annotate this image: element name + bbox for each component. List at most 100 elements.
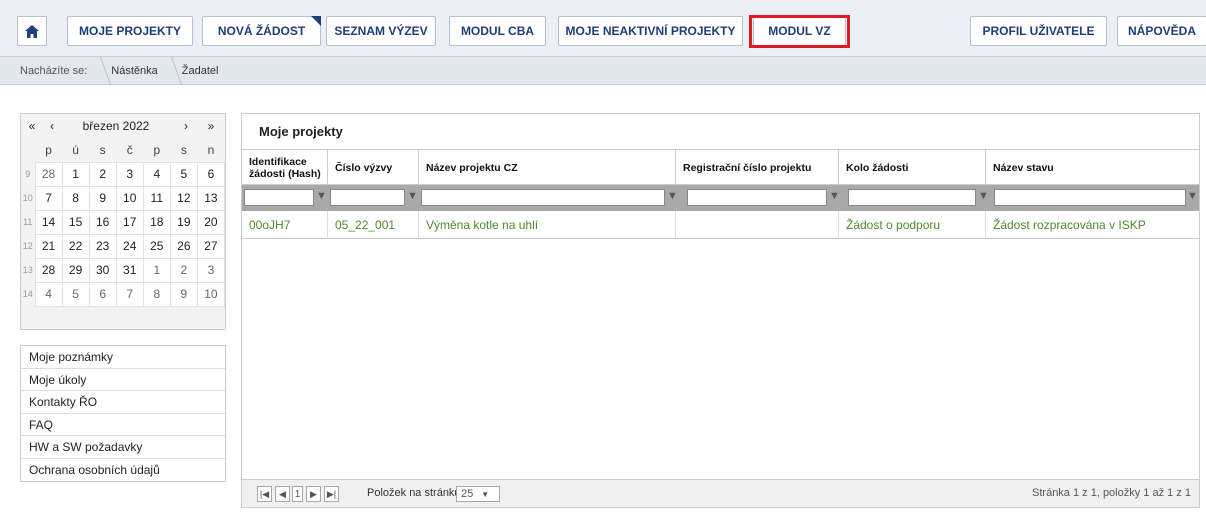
calendar-day[interactable]: 2: [169, 257, 198, 283]
calendar-day[interactable]: 15: [61, 209, 90, 235]
last-page-icon[interactable]: ▶|: [324, 486, 339, 502]
calendar-day[interactable]: 27: [196, 233, 226, 259]
first-page-icon[interactable]: |◀: [257, 486, 272, 502]
side-link-moje-poznamky[interactable]: Moje poznámky: [21, 346, 225, 369]
calendar-day[interactable]: 9: [169, 281, 198, 307]
cell-kolo-zadosti[interactable]: Žádost o podporu: [839, 211, 986, 238]
cell-nazev-stavu[interactable]: Žádost rozpracována v ISKP: [986, 211, 1199, 238]
calendar-day[interactable]: 18: [142, 209, 171, 235]
calendar-day[interactable]: 20: [196, 209, 226, 235]
calendar-day[interactable]: 11: [142, 185, 171, 211]
calendar-day[interactable]: 14: [34, 209, 63, 235]
cell-hash[interactable]: 00oJH7: [242, 211, 328, 238]
filter-icon[interactable]: ▼: [829, 190, 840, 202]
calendar-day[interactable]: 28: [34, 161, 63, 187]
breadcrumb-nastenka-label: Nástěnka: [111, 64, 158, 77]
filter-input-kolo-zadosti[interactable]: [848, 189, 976, 206]
calendar-day[interactable]: 12: [169, 185, 198, 211]
grid-header: Identifikace žádosti (Hash) Číslo výzvy …: [242, 149, 1199, 185]
nav-nova-zadost[interactable]: NOVÁ ŽÁDOST: [202, 16, 321, 46]
calendar-day[interactable]: 23: [88, 233, 117, 259]
filter-input-nazev-projektu[interactable]: [421, 189, 665, 206]
filter-input-registracni-cislo[interactable]: [687, 189, 827, 206]
calendar-month-title[interactable]: březen 2022: [61, 119, 171, 133]
filter-input-nazev-stavu[interactable]: [994, 189, 1186, 206]
side-link-faq[interactable]: FAQ: [21, 414, 225, 436]
page-size-select[interactable]: 25 ▼: [456, 486, 500, 502]
prev-year-icon[interactable]: «: [21, 119, 43, 133]
cell-registracni-cislo[interactable]: [676, 211, 839, 238]
breadcrumb-item-zadatel[interactable]: Žadatel: [172, 57, 233, 85]
nav-napoveda[interactable]: NÁPOVĚDA: [1117, 16, 1206, 46]
filter-icon[interactable]: ▼: [407, 190, 418, 202]
side-link-kontakty-ro[interactable]: Kontakty ŘO: [21, 391, 225, 414]
side-link-hw-sw[interactable]: HW a SW požadavky: [21, 436, 225, 459]
filter-input-hash[interactable]: [244, 189, 314, 206]
nav-profil-uzivatele[interactable]: PROFIL UŽIVATELE: [970, 16, 1107, 46]
calendar-day[interactable]: 5: [61, 281, 90, 307]
column-header-nazev-stavu[interactable]: Název stavu: [986, 150, 1199, 185]
cell-cislo-vyzvy[interactable]: 05_22_001: [328, 211, 419, 238]
filter-icon[interactable]: ▼: [978, 190, 989, 202]
next-month-icon[interactable]: ›: [171, 119, 201, 133]
side-links: Moje poznámky Moje úkoly Kontakty ŘO FAQ…: [20, 345, 226, 482]
prev-month-icon[interactable]: ‹: [43, 119, 61, 133]
filter-icon[interactable]: ▼: [316, 190, 327, 202]
column-header-registracni-cislo[interactable]: Registrační číslo projektu: [676, 150, 839, 185]
calendar-day[interactable]: 3: [115, 161, 144, 187]
current-page[interactable]: 1: [292, 486, 303, 502]
calendar-day[interactable]: 26: [169, 233, 198, 259]
calendar-day[interactable]: 5: [169, 161, 198, 187]
calendar-day[interactable]: 24: [115, 233, 144, 259]
nav-seznam-vyzev[interactable]: SEZNAM VÝZEV: [326, 16, 436, 46]
next-year-icon[interactable]: »: [201, 119, 221, 133]
column-header-nazev-projektu[interactable]: Název projektu CZ: [419, 150, 676, 185]
table-row[interactable]: 00oJH7 05_22_001 Výměna kotle na uhlí Žá…: [242, 211, 1199, 239]
calendar-day[interactable]: 9: [88, 185, 117, 211]
calendar-day[interactable]: 7: [115, 281, 144, 307]
nav-modul-cba[interactable]: MODUL CBA: [449, 16, 546, 46]
calendar-day[interactable]: 16: [88, 209, 117, 235]
calendar-day[interactable]: 31: [115, 257, 144, 283]
calendar-day[interactable]: 22: [61, 233, 90, 259]
calendar-day[interactable]: 4: [34, 281, 63, 307]
calendar-day[interactable]: 28: [34, 257, 63, 283]
home-button[interactable]: [17, 16, 47, 46]
home-icon: [25, 24, 39, 38]
cell-nazev-projektu[interactable]: Výměna kotle na uhlí: [419, 211, 676, 238]
filter-icon[interactable]: ▼: [1187, 190, 1198, 202]
calendar-day[interactable]: 2: [88, 161, 117, 187]
calendar-day[interactable]: 4: [142, 161, 171, 187]
calendar-day[interactable]: 8: [142, 281, 171, 307]
nav-moje-projekty[interactable]: MOJE PROJEKTY: [67, 16, 193, 46]
column-header-hash[interactable]: Identifikace žádosti (Hash): [242, 150, 328, 185]
calendar-day[interactable]: 3: [196, 257, 226, 283]
calendar: « ‹ březen 2022 › » p ú s č p s n 9 28 1…: [20, 113, 226, 330]
next-page-icon[interactable]: ▶: [306, 486, 321, 502]
calendar-day[interactable]: 7: [34, 185, 63, 211]
calendar-day[interactable]: 13: [196, 185, 226, 211]
side-link-moje-ukoly[interactable]: Moje úkoly: [21, 369, 225, 391]
calendar-day[interactable]: 1: [61, 161, 90, 187]
calendar-day[interactable]: 21: [34, 233, 63, 259]
filter-row: ▼ ▼ ▼ ▼ ▼ ▼: [242, 185, 1199, 211]
filter-input-cislo-vyzvy[interactable]: [330, 189, 405, 206]
calendar-day[interactable]: 17: [115, 209, 144, 235]
breadcrumb-item-nastenka[interactable]: Nástěnka: [101, 56, 182, 85]
filter-icon[interactable]: ▼: [667, 190, 678, 202]
calendar-day[interactable]: 6: [88, 281, 117, 307]
calendar-day[interactable]: 29: [61, 257, 90, 283]
calendar-day[interactable]: 6: [196, 161, 226, 187]
prev-page-icon[interactable]: ◀: [275, 486, 290, 502]
side-link-ochrana-udaju[interactable]: Ochrana osobních údajů: [21, 459, 225, 482]
calendar-day[interactable]: 19: [169, 209, 198, 235]
nav-moje-neaktivni-projekty[interactable]: MOJE NEAKTIVNÍ PROJEKTY: [558, 16, 743, 46]
calendar-day[interactable]: 10: [115, 185, 144, 211]
calendar-day[interactable]: 1: [142, 257, 171, 283]
calendar-day[interactable]: 10: [196, 281, 226, 307]
column-header-kolo-zadosti[interactable]: Kolo žádosti: [839, 150, 986, 185]
calendar-day[interactable]: 30: [88, 257, 117, 283]
calendar-day[interactable]: 25: [142, 233, 171, 259]
column-header-cislo-vyzvy[interactable]: Číslo výzvy: [328, 150, 419, 185]
calendar-day[interactable]: 8: [61, 185, 90, 211]
